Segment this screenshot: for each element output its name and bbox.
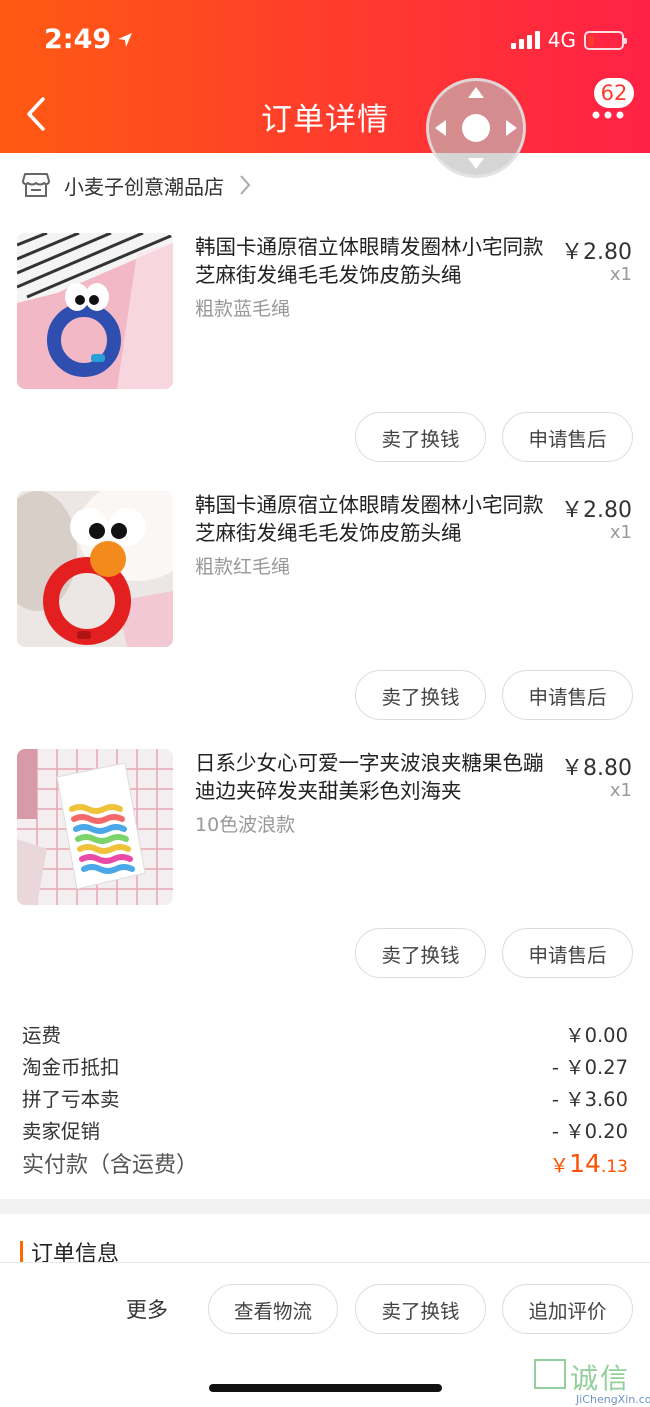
more-dots-icon <box>592 111 624 119</box>
watermark-logo-icon <box>534 1359 566 1389</box>
sell-for-cash-button[interactable]: 卖了换钱 <box>355 928 486 978</box>
summary-value: - ￥3.60 <box>551 1088 628 1111</box>
product-spec: 10色波浪款 <box>195 814 296 836</box>
watermark: 诚信 JiChengXin.com <box>532 1355 650 1407</box>
order-item[interactable]: 韩国卡通原宿立体眼睛发圈林小宅同款芝麻街发绳毛毛发饰皮筋头绳 粗款红毛绳 ￥2.… <box>0 491 650 749</box>
total-integer: 14 <box>569 1149 601 1178</box>
more-actions-link[interactable]: 更多 <box>126 1294 168 1324</box>
notification-badge: 62 <box>594 78 634 108</box>
summary-label: 运费 <box>22 1024 62 1047</box>
summary-label: 淘金币抵扣 <box>22 1056 120 1079</box>
total-label: 实付款（含运费） <box>22 1153 199 1178</box>
status-indicators: 4G <box>510 28 627 52</box>
after-sale-button[interactable]: 申请售后 <box>502 670 633 720</box>
watermark-url: JiChengXin.com <box>576 1393 650 1406</box>
status-time-text: 2:49 <box>44 24 112 55</box>
product-spec: 粗款蓝毛绳 <box>195 298 291 320</box>
after-sale-button[interactable]: 申请售后 <box>502 928 633 978</box>
product-price: ￥2.80 <box>561 498 632 523</box>
total-currency: ￥ <box>549 1154 570 1177</box>
summary-row-total: 实付款（含运费） ￥14.13 <box>22 1147 628 1179</box>
sell-for-cash-button[interactable]: 卖了换钱 <box>355 670 486 720</box>
product-price: ￥2.80 <box>561 240 632 265</box>
location-arrow-icon <box>118 32 133 47</box>
shop-name: 小麦子创意潮品店 <box>64 174 224 199</box>
network-label: 4G <box>547 28 576 52</box>
summary-row-discount: 拼了亏本卖 - ￥3.60 <box>22 1083 628 1112</box>
section-accent-bar <box>20 1241 23 1263</box>
product-quantity: x1 <box>609 780 632 801</box>
order-item[interactable]: 日系少女心可爱一字夹波浪夹糖果色蹦迪边夹碎发夹甜美彩色刘海夹 10色波浪款 ￥8… <box>0 749 650 1007</box>
total-decimal: .13 <box>600 1157 628 1177</box>
home-indicator[interactable] <box>209 1384 442 1392</box>
product-price: ￥8.80 <box>561 756 632 781</box>
product-thumbnail[interactable] <box>17 749 173 905</box>
product-title[interactable]: 韩国卡通原宿立体眼睛发圈林小宅同款芝麻街发绳毛毛发饰皮筋头绳 <box>195 233 545 289</box>
after-sale-button[interactable]: 申请售后 <box>502 412 633 462</box>
store-icon <box>22 173 50 197</box>
add-review-button[interactable]: 追加评价 <box>502 1284 633 1334</box>
watermark-text: 诚信 <box>570 1362 631 1395</box>
summary-row-promotion: 卖家促销 - ￥0.20 <box>22 1115 628 1144</box>
order-item[interactable]: 韩国卡通原宿立体眼睛发圈林小宅同款芝麻街发绳毛毛发饰皮筋头绳 粗款蓝毛绳 ￥2.… <box>0 233 650 491</box>
summary-label: 卖家促销 <box>22 1120 101 1143</box>
product-thumbnail[interactable] <box>17 233 173 389</box>
summary-value: - ￥0.20 <box>551 1120 628 1143</box>
sell-for-cash-button[interactable]: 卖了换钱 <box>355 1284 486 1334</box>
page-title: 订单详情 <box>261 102 389 138</box>
chevron-right-icon <box>240 175 251 195</box>
summary-row-coins: 淘金币抵扣 - ￥0.27 <box>22 1051 628 1080</box>
more-menu-button[interactable] <box>590 105 626 125</box>
status-time: 2:49 <box>44 24 133 55</box>
shop-row[interactable]: 小麦子创意潮品店 <box>0 153 650 217</box>
battery-icon <box>584 30 627 50</box>
product-quantity: x1 <box>609 522 632 543</box>
view-logistics-button[interactable]: 查看物流 <box>208 1284 338 1334</box>
summary-label: 拼了亏本卖 <box>22 1088 120 1111</box>
product-title[interactable]: 韩国卡通原宿立体眼睛发圈林小宅同款芝麻街发绳毛毛发饰皮筋头绳 <box>195 491 545 547</box>
signal-icon <box>510 31 540 49</box>
summary-value: ￥0.00 <box>565 1024 628 1047</box>
sell-for-cash-button[interactable]: 卖了换钱 <box>355 412 486 462</box>
summary-value: - ￥0.27 <box>551 1056 628 1079</box>
product-thumbnail[interactable] <box>17 491 173 647</box>
product-title[interactable]: 日系少女心可爱一字夹波浪夹糖果色蹦迪边夹碎发夹甜美彩色刘海夹 <box>195 749 545 805</box>
product-quantity: x1 <box>609 264 632 285</box>
header: 2:49 4G 订单详情 62 <box>0 0 650 178</box>
total-amount: ￥14.13 <box>550 1149 628 1178</box>
product-spec: 粗款红毛绳 <box>195 556 291 578</box>
section-divider <box>0 1199 650 1214</box>
summary-row-shipping: 运费 ￥0.00 <box>22 1019 628 1048</box>
